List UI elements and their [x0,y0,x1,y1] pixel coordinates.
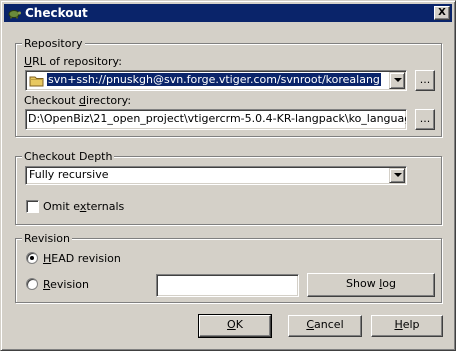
folder-icon [29,76,44,87]
depth-dropdown-button[interactable] [389,168,405,183]
directory-input[interactable]: D:\OpenBiz\21_open_project\vtigercrm-5.0… [25,109,407,130]
url-value: svn+ssh://pnuskgh@svn.forge.vtiger.com/s… [47,73,381,86]
head-revision-radio[interactable] [26,252,38,264]
specific-revision-label[interactable]: Revision [43,278,89,291]
directory-label: Checkout directory: [24,94,132,107]
omit-externals-checkbox[interactable] [26,200,39,213]
close-button[interactable]: X [434,6,450,20]
specific-revision-radio[interactable] [26,278,38,290]
window-title: Checkout [25,6,88,20]
ok-button[interactable]: OK [198,314,272,338]
checkout-dialog: Checkout X Repository URL of repository:… [0,0,456,351]
revision-number-input[interactable] [156,274,299,297]
tortoise-icon [8,10,21,19]
depth-selected-value: Fully recursive [29,168,109,181]
directory-value: D:\OpenBiz\21_open_project\vtigercrm-5.0… [28,112,407,125]
show-log-button[interactable]: Show log [307,273,435,297]
help-button[interactable]: Help [371,315,443,337]
radio-selected-dot [30,256,34,260]
url-browse-button[interactable]: ... [415,70,435,91]
directory-browse-button[interactable]: ... [415,109,435,130]
omit-externals-label[interactable]: Omit externals [43,200,124,213]
url-combobox[interactable]: svn+ssh://pnuskgh@svn.forge.vtiger.com/s… [25,70,407,91]
head-revision-label[interactable]: HEAD revision [43,252,121,265]
depth-select[interactable]: Fully recursive [25,166,407,185]
revision-group-label: Revision [22,232,72,245]
repository-group-label: Repository [22,37,85,50]
checkout-depth-group-label: Checkout Depth [22,150,115,163]
url-label: URL of repository: [24,55,122,68]
chevron-down-icon [394,78,402,82]
url-dropdown-button[interactable] [389,72,405,89]
chevron-down-icon [394,173,402,177]
title-bar[interactable]: Checkout X [4,4,452,22]
cancel-button[interactable]: Cancel [288,315,362,337]
